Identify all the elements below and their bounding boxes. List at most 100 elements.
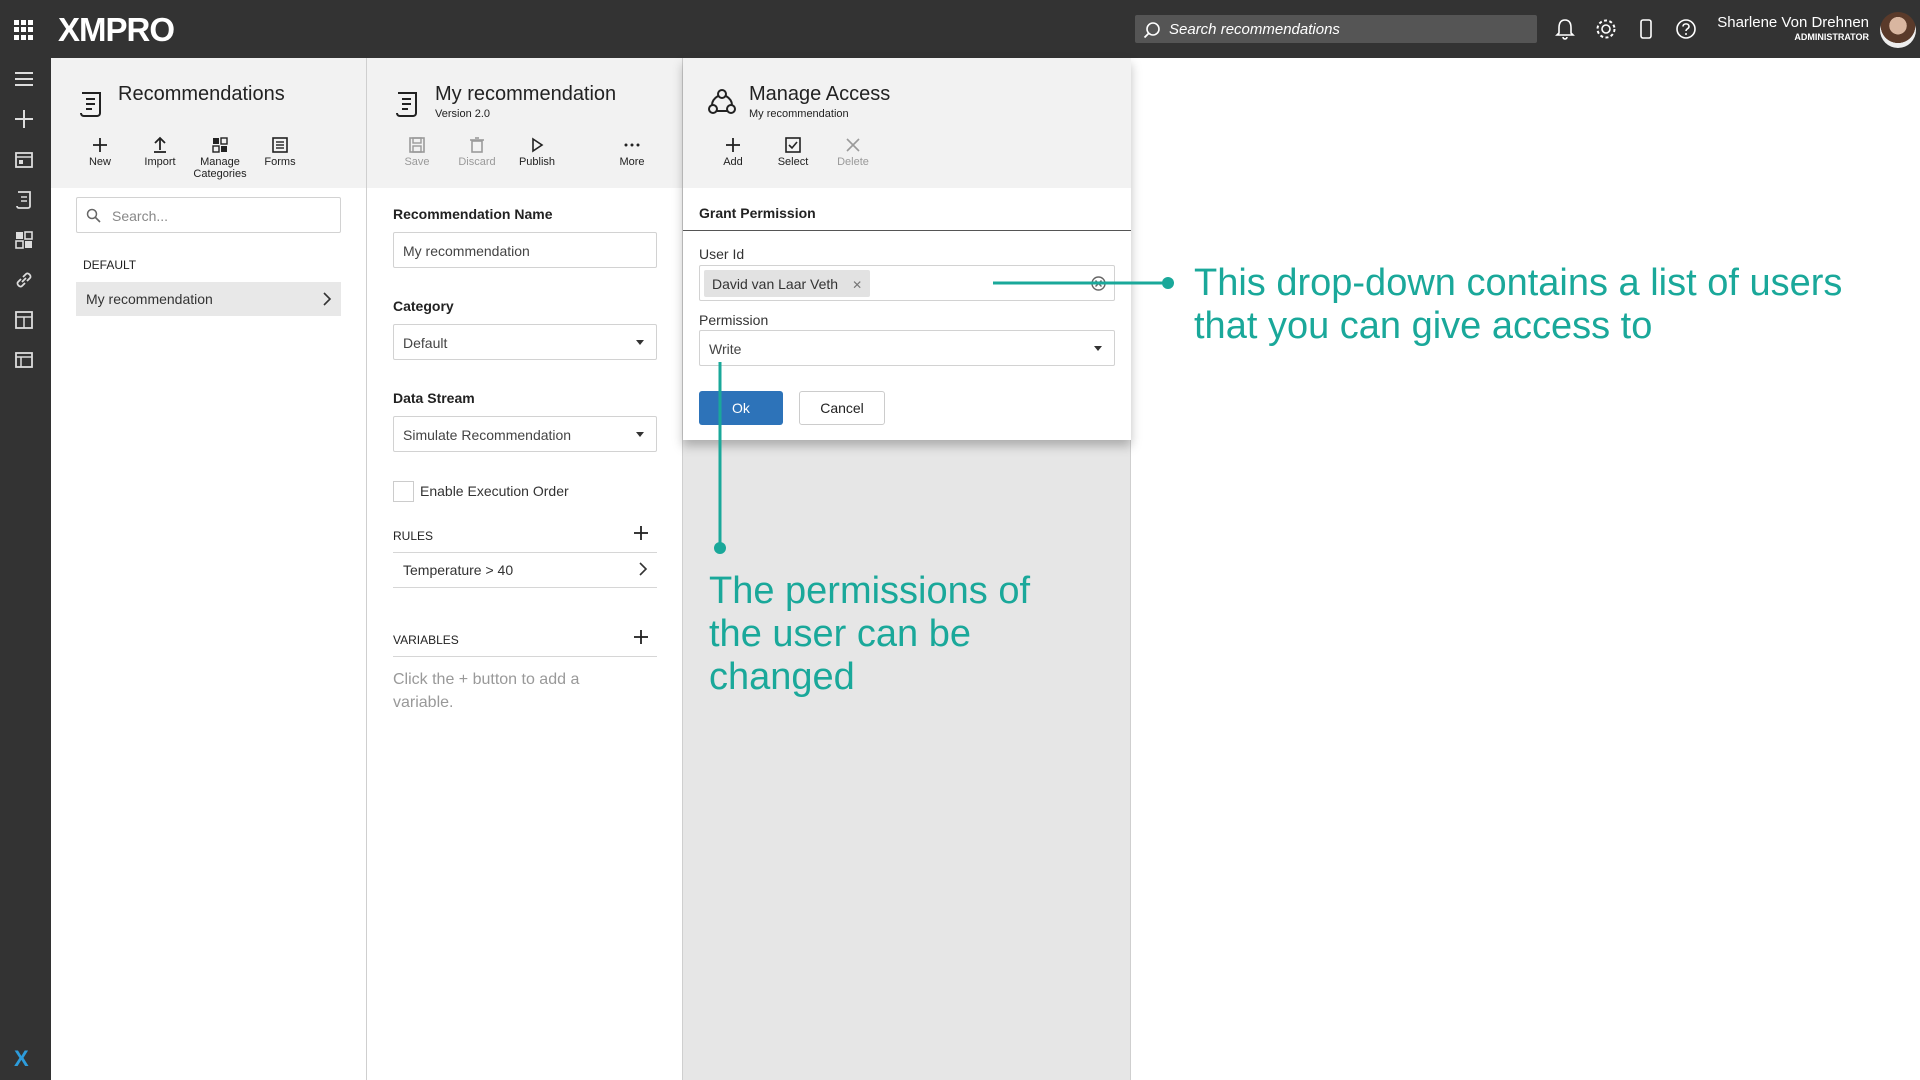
variables-empty-line-2: variable. (393, 694, 454, 711)
permission-callout-line-1: The permissions of (709, 570, 1031, 612)
variables-empty-text: Click the + button to add a variable. (393, 668, 579, 714)
recommendation-name-label: Recommendation Name (393, 206, 553, 222)
trash-icon (470, 137, 484, 153)
help-icon[interactable] (1673, 16, 1699, 42)
category-select[interactable]: Default (393, 324, 657, 360)
ok-button[interactable]: Ok (699, 391, 783, 425)
recommendations-panel: Recommendations New Import Manage Catego… (51, 58, 367, 1080)
recommendation-icon (396, 92, 417, 117)
divider (393, 587, 657, 588)
dropdown-callout-line-2: that you can give access to (1194, 305, 1653, 347)
manage-categories-button[interactable]: Manage Categories (190, 136, 250, 180)
user-tag[interactable]: David van Laar Veth ✕ (704, 270, 871, 297)
more-label: More (619, 156, 645, 168)
new-button[interactable]: New (70, 136, 130, 168)
discard-label: Discard (458, 156, 496, 168)
panel-title: My recommendation (435, 83, 617, 105)
user-name[interactable]: Sharlene Von Drehnen (1717, 14, 1869, 31)
import-button[interactable]: Import (130, 136, 190, 168)
close-icon (846, 138, 860, 152)
data-stream-label: Data Stream (393, 390, 475, 406)
user-id-label: User Id (699, 246, 745, 262)
gear-icon[interactable] (1593, 16, 1619, 42)
search-icon (1143, 22, 1160, 39)
panel-title: Manage Access (749, 83, 891, 105)
toolbar: Add Select Delete (683, 136, 1131, 186)
permission-value: Write (709, 341, 742, 357)
manage-access-panel: Manage Access My recommendation Add Sele… (683, 58, 1131, 440)
user-role: ADMINISTRATOR (1794, 32, 1869, 42)
remove-tag-icon[interactable]: ✕ (852, 278, 862, 292)
user-id-select[interactable]: David van Laar Veth ✕ (699, 265, 1115, 301)
avatar[interactable] (1880, 12, 1916, 48)
dialog-title: Grant Permission (699, 205, 816, 221)
xmpro-brand-icon: X (14, 1046, 29, 1071)
discard-button[interactable]: Discard (447, 136, 507, 168)
app-launcher-icon[interactable] (14, 20, 34, 40)
dashboard-icon[interactable] (12, 308, 36, 332)
plus-icon (726, 138, 740, 152)
forms-button[interactable]: Forms (250, 136, 310, 168)
add-button[interactable]: Add (703, 136, 763, 168)
toolbar: Save Discard Publish More (367, 136, 682, 186)
variables-label: VARIABLES (393, 633, 459, 647)
list-item[interactable]: My recommendation (76, 282, 341, 316)
search-icon (86, 208, 101, 223)
execution-order-checkbox[interactable] (393, 481, 414, 502)
add-variable-icon[interactable] (633, 629, 649, 645)
variables-empty-line-1: Click the + button to add a (393, 671, 580, 688)
checkbox-icon (785, 137, 801, 153)
grid-view-icon[interactable] (12, 348, 36, 372)
scroll-icon[interactable] (12, 188, 36, 212)
user-tag-label: David van Laar Veth (712, 276, 839, 292)
save-icon (409, 137, 425, 153)
select-label: Select (777, 156, 809, 168)
category-label: Category (393, 298, 454, 314)
cancel-button[interactable]: Cancel (799, 391, 885, 425)
permission-select[interactable]: Write (699, 330, 1115, 366)
layout-icon[interactable] (12, 148, 36, 172)
permission-callout-line-3: changed (709, 656, 855, 698)
caret-down-icon (636, 432, 644, 437)
categories-icon[interactable] (12, 228, 36, 252)
delete-label: Delete (837, 156, 869, 168)
new-label: New (88, 156, 111, 168)
panel-subtitle: My recommendation (749, 108, 849, 120)
panel-subtitle: Version 2.0 (435, 108, 491, 120)
top-bar: XMPRO Search recommendations Sharlene Vo… (0, 0, 1920, 58)
save-button[interactable]: Save (387, 136, 447, 168)
search-placeholder: Search... (112, 208, 169, 224)
select-button[interactable]: Select (763, 136, 823, 168)
permission-label: Permission (699, 312, 769, 328)
xmpro-logo: XMPRO (58, 11, 175, 48)
publish-button[interactable]: Publish (507, 136, 567, 168)
rule-row[interactable]: Temperature > 40 (393, 553, 657, 587)
permission-callout-line-2: the user can be (709, 613, 971, 655)
caret-down-icon (1094, 346, 1102, 351)
data-stream-value: Simulate Recommendation (403, 427, 572, 443)
mobile-icon[interactable] (1633, 16, 1659, 42)
add-rule-icon[interactable] (633, 525, 649, 541)
search-input[interactable]: Search... (76, 197, 341, 233)
chevron-right-icon (639, 562, 648, 576)
recommendation-name-input[interactable]: My recommendation (393, 232, 657, 268)
plus-icon (93, 138, 107, 152)
publish-label: Publish (518, 156, 556, 168)
clear-icon[interactable] (1091, 276, 1106, 291)
more-button[interactable]: More (602, 136, 662, 168)
add-label: Add (723, 156, 743, 168)
more-icon (624, 143, 640, 147)
recommendation-detail-panel: My recommendation Version 2.0 Save Disca… (367, 58, 683, 1080)
chevron-right-icon (323, 292, 332, 306)
recommendations-icon (80, 92, 101, 117)
data-stream-select[interactable]: Simulate Recommendation (393, 416, 657, 452)
link-icon[interactable] (12, 268, 36, 292)
delete-button[interactable]: Delete (823, 136, 883, 168)
bell-icon[interactable] (1552, 16, 1578, 42)
save-label: Save (404, 156, 430, 168)
panel-header: My recommendation Version 2.0 Save Disca… (367, 58, 682, 188)
menu-icon[interactable] (12, 67, 36, 91)
rules-label: RULES (393, 529, 434, 543)
search-recommendations-input[interactable]: Search recommendations (1135, 15, 1537, 43)
plus-icon[interactable] (12, 107, 36, 131)
